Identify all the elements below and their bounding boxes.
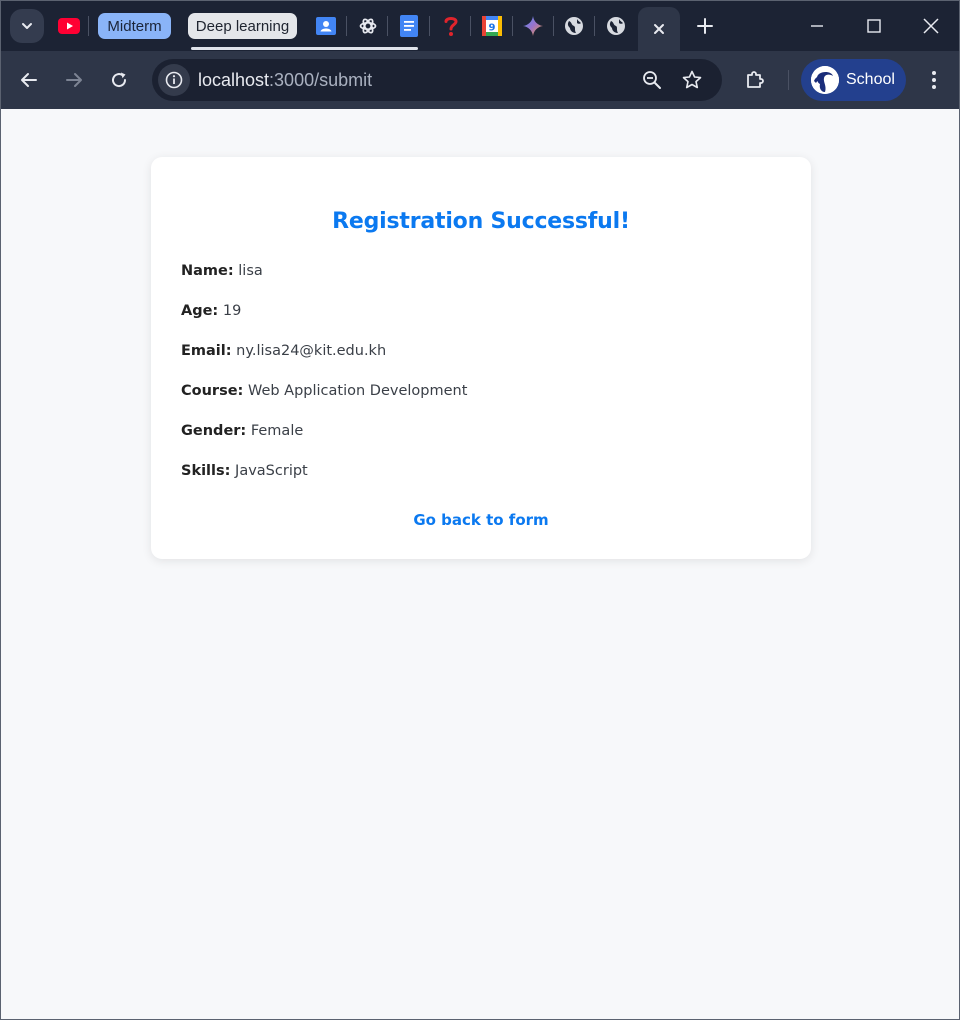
globe-icon <box>565 17 583 35</box>
close-icon <box>923 18 939 34</box>
maximize-button[interactable] <box>859 11 889 41</box>
field-value: Female <box>246 423 304 439</box>
page-title: Registration Successful! <box>332 209 630 234</box>
browser-window: Midterm Deep learning 9 localhost:3000/s… <box>0 0 960 1020</box>
field-age: Age: 19 <box>181 303 241 319</box>
profile-button[interactable]: School <box>801 59 906 101</box>
bookmark-button[interactable] <box>681 69 703 91</box>
tab-separator <box>594 16 595 36</box>
tab-website-2[interactable] <box>604 14 628 38</box>
tab-separator <box>88 16 89 36</box>
tab-contacts[interactable] <box>314 14 338 38</box>
tab-group-midterm[interactable]: Midterm <box>98 13 171 39</box>
plus-icon <box>697 18 713 34</box>
tab-separator <box>470 16 471 36</box>
chevron-down-icon <box>22 23 32 29</box>
tab-group-label: Midterm <box>107 17 162 35</box>
tab-strip: Midterm Deep learning 9 <box>1 1 959 51</box>
reload-icon <box>112 72 127 88</box>
field-skills: Skills: JavaScript <box>181 463 308 479</box>
puzzle-icon <box>747 71 764 88</box>
field-email: Email: ny.lisa24@kit.edu.kh <box>181 343 386 359</box>
toolbar-separator <box>788 70 789 90</box>
avatar-image <box>811 66 839 94</box>
tab-chatgpt[interactable] <box>356 14 380 38</box>
tab-search-button[interactable] <box>10 9 44 43</box>
back-button[interactable] <box>14 65 44 95</box>
minimize-icon <box>811 25 823 27</box>
calendar-icon: 9 <box>482 16 502 36</box>
field-gender: Gender: Female <box>181 423 303 439</box>
globe-icon <box>607 17 625 35</box>
field-label: Gender: <box>181 423 247 439</box>
field-value: lisa <box>233 263 263 279</box>
tab-help[interactable] <box>439 14 463 38</box>
back-to-form-link[interactable]: Go back to form <box>151 511 811 529</box>
tab-group-underline <box>191 47 418 50</box>
field-value: 19 <box>218 303 242 319</box>
close-window-button[interactable] <box>916 11 946 41</box>
tab-website-1[interactable] <box>562 14 586 38</box>
tab-gemini[interactable] <box>521 14 545 38</box>
tab-docs[interactable] <box>397 14 421 38</box>
star-icon <box>682 70 702 89</box>
profile-label: School <box>846 71 895 88</box>
youtube-icon <box>58 18 80 34</box>
browser-toolbar: localhost:3000/submit School <box>1 51 959 109</box>
minimize-button[interactable] <box>802 11 832 41</box>
reload-button[interactable] <box>104 65 134 95</box>
openai-icon <box>359 18 377 34</box>
browser-menu-button[interactable] <box>919 65 949 95</box>
question-icon <box>444 17 458 36</box>
arrow-right-icon <box>66 73 82 87</box>
avatar <box>811 66 839 94</box>
arrow-left-icon <box>21 73 37 87</box>
tab-separator <box>553 16 554 36</box>
field-label: Course: <box>181 383 244 399</box>
field-course: Course: Web Application Development <box>181 383 467 399</box>
field-value: JavaScript <box>230 463 308 479</box>
field-label: Skills: <box>181 463 231 479</box>
field-value: ny.lisa24@kit.edu.kh <box>231 343 387 359</box>
tab-active[interactable] <box>638 7 680 51</box>
docs-icon <box>400 15 418 37</box>
url-text[interactable]: localhost:3000/submit <box>198 70 372 91</box>
close-icon[interactable] <box>652 22 666 36</box>
url-path: :3000/submit <box>269 70 373 90</box>
svg-text:9: 9 <box>489 23 496 34</box>
field-name: Name: lisa <box>181 263 263 279</box>
tab-group-deep-learning[interactable]: Deep learning <box>188 13 297 39</box>
tab-youtube[interactable] <box>57 14 81 38</box>
tab-separator <box>429 16 430 36</box>
tab-group-label: Deep learning <box>195 17 290 35</box>
tab-separator <box>512 16 513 36</box>
tab-separator <box>346 16 347 36</box>
field-label: Age: <box>181 303 219 319</box>
site-info-button[interactable] <box>158 64 190 96</box>
field-label: Email: <box>181 343 232 359</box>
more-vertical-icon <box>932 71 936 89</box>
forward-button[interactable] <box>59 65 89 95</box>
url-host: localhost <box>198 70 270 90</box>
zoom-button[interactable] <box>641 69 663 91</box>
address-bar[interactable]: localhost:3000/submit <box>152 59 722 101</box>
tab-separator <box>387 16 388 36</box>
result-card: Registration Successful! Name: lisa Age:… <box>151 157 811 559</box>
maximize-icon <box>867 19 881 33</box>
gemini-sparkle-icon <box>523 16 543 36</box>
tab-calendar[interactable]: 9 <box>480 14 504 38</box>
info-icon <box>165 71 183 89</box>
field-value: Web Application Development <box>243 383 468 399</box>
field-label: Name: <box>181 263 234 279</box>
new-tab-button[interactable] <box>693 14 717 38</box>
zoom-out-icon <box>643 71 661 89</box>
page-viewport: Registration Successful! Name: lisa Age:… <box>1 109 959 1019</box>
contacts-icon <box>316 17 336 35</box>
extensions-button[interactable] <box>740 65 770 95</box>
